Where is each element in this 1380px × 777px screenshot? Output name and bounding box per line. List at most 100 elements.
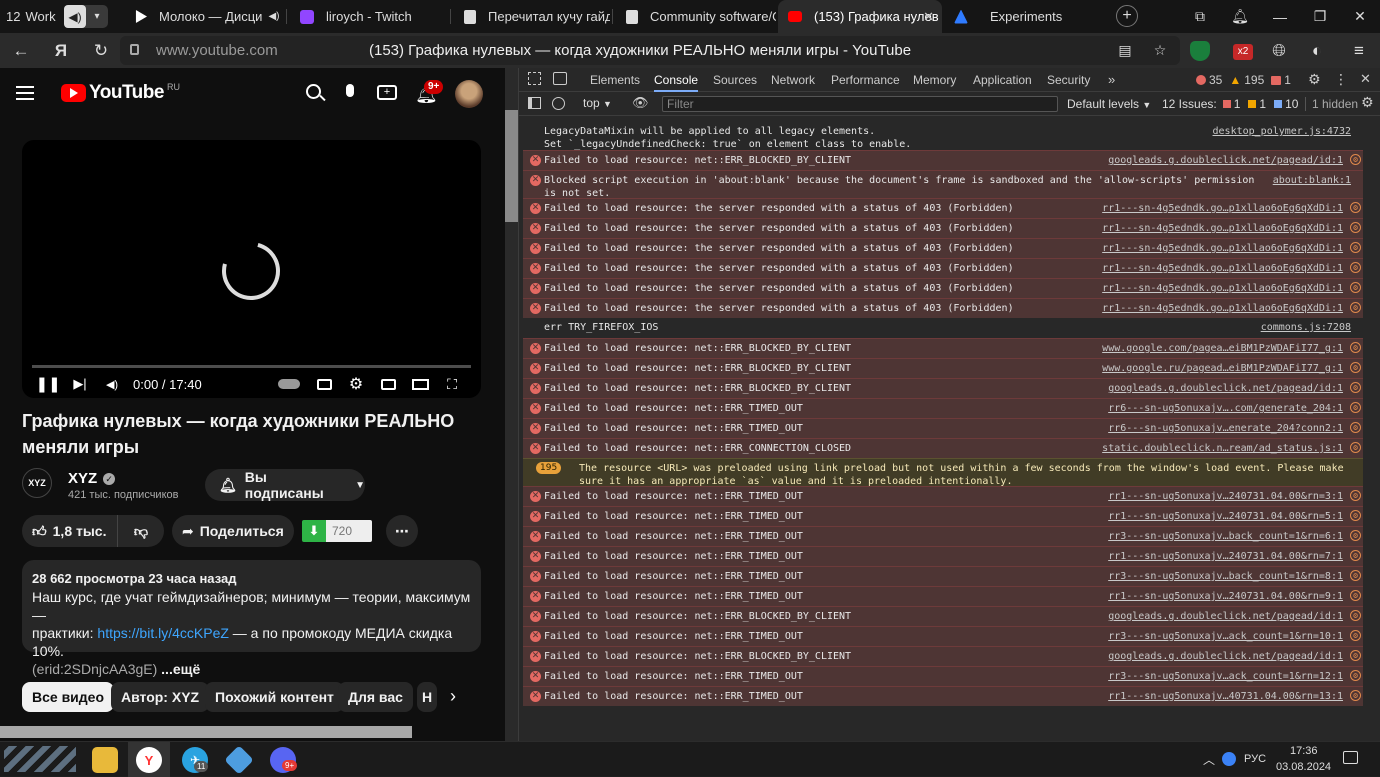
like-button[interactable]: 👍︎ 1,8 тыс. [22,515,118,547]
blocked-request-icon[interactable]: ⚙ [1350,302,1361,313]
notification-center-icon[interactable] [1343,751,1358,764]
show-more-link[interactable]: ...ещё [161,661,200,677]
blocked-request-icon[interactable]: ⚙ [1350,570,1361,581]
console-error-row[interactable]: ✕ Failed to load resource: net::ERR_TIMED… [523,566,1363,586]
console-source-link[interactable]: static.doubleclick.n…ream/ad_status.js:1 [1102,442,1343,455]
console-source-link[interactable]: rr6---sn-ug5onuxajv….com/generate_204:1 [1108,402,1343,415]
tab-guides[interactable]: Перечитал кучу гайдо [454,0,610,33]
console-source-link[interactable]: googleads.g.doubleclick.net/pagead/id:1 [1108,154,1343,167]
create-video-icon[interactable]: + [377,85,397,100]
tray-chevron-up-icon[interactable]: ︿ [1203,751,1215,768]
console-source-link[interactable]: rr3---sn-ug5onuxajv…ack_count=1&rn=10:1 [1108,630,1343,643]
devtools-tab-console[interactable]: Console [654,68,699,92]
tab-twitch[interactable]: liroych - Twitch [290,0,450,33]
chip-similar[interactable]: Похожий контент [205,682,344,712]
notifications-icon[interactable]: 🔔︎ [1220,0,1260,33]
devtools-tab-security[interactable]: Security [1047,68,1090,92]
blocked-request-icon[interactable]: ⚙ [1350,382,1361,393]
console-error-row[interactable]: ✕ Failed to load resource: net::ERR_TIMED… [523,418,1363,438]
console-info-row[interactable]: LegacyDataMixin will be applied to all l… [523,122,1363,150]
console-error-row[interactable]: ✕ Failed to load resource: net::ERR_BLOCK… [523,646,1363,666]
console-source-link[interactable]: rr1---sn-4g5edndk.go…p1xllao6oEg6qXdDi:1 [1102,262,1343,275]
context-selector[interactable]: top ▼ [583,96,612,110]
video-description[interactable]: 28 662 просмотра 23 часа назад Наш курс,… [22,560,481,677]
extension-badge[interactable]: x2 [1233,44,1253,60]
log-levels-dropdown[interactable]: Default levels ▼ [1067,97,1151,111]
blocked-request-icon[interactable]: ⚙ [1350,530,1361,541]
console-source-link[interactable]: rr1---sn-ug5onuxajv…240731.04.00&rn=7:1 [1108,550,1343,563]
new-tab-button[interactable]: + [1116,5,1138,27]
dislike-button[interactable]: 👎︎ [118,523,164,540]
console-source-link[interactable]: googleads.g.doubleclick.net/pagead/id:1 [1108,610,1343,623]
theater-mode-icon[interactable] [411,374,429,394]
console-source-link[interactable]: rr3---sn-ug5onuxajv…back_count=1&rn=8:1 [1108,570,1343,583]
console-error-row[interactable]: ✕ Failed to load resource: net::ERR_CONNE… [523,438,1363,458]
start-menu-icon[interactable] [4,746,76,772]
reload-button[interactable]: ↻ [86,33,116,68]
blocked-request-icon[interactable]: ⚙ [1350,202,1361,213]
blocked-request-icon[interactable]: ⚙ [1350,154,1361,165]
minimize-button[interactable]: — [1260,0,1300,33]
console-info-row[interactable]: err TRY_FIREFOX_IOS commons.js:7208 [523,318,1363,338]
back-button[interactable]: ← [6,33,36,68]
restore-button[interactable]: ❐ [1300,0,1340,33]
subscribed-button[interactable]: 🔔︎ Вы подписаны ▼ [205,469,365,501]
device-toolbar-icon[interactable] [553,72,567,85]
blocked-request-icon[interactable]: ⚙ [1350,342,1361,353]
blocked-request-icon[interactable]: ⚙ [1350,670,1361,681]
autoplay-toggle[interactable] [277,374,301,394]
language-indicator[interactable]: РУС [1244,753,1266,765]
video-player[interactable]: ❚❚ ▶| ◀) 0:00 / 17:40 ⚙ ⛶ [22,140,481,398]
devtools-tab-sources[interactable]: Sources [713,68,757,92]
console-warn-row[interactable]: 195 The resource <URL> was preloaded usin… [523,458,1363,487]
console-source-link[interactable]: rr1---sn-4g5edndk.go…p1xllao6oEg6qXdDi:1 [1102,302,1343,315]
console-error-row[interactable]: ✕ Failed to load resource: the server res… [523,218,1363,238]
console-source-link[interactable]: googleads.g.doubleclick.net/pagead/id:1 [1108,650,1343,663]
menu-icon[interactable]: ≡ [1344,33,1374,68]
console-settings-icon[interactable]: ⚙ [1361,94,1374,111]
scrollbar-thumb[interactable] [505,110,518,222]
blocked-request-icon[interactable]: ⚙ [1350,422,1361,433]
blocked-request-icon[interactable]: ⚙ [1350,222,1361,233]
live-expression-eye-icon[interactable]: 👁︎ [632,95,649,111]
app-grid-icon[interactable] [224,745,254,775]
console-source-link[interactable]: rr1---sn-ug5onuxajv…240731.04.00&rn=9:1 [1108,590,1343,603]
inspect-element-icon[interactable] [528,72,541,85]
devtools-tab-application[interactable]: Application [973,68,1032,92]
chip-all-videos[interactable]: Все видео [22,682,115,712]
console-filter-input[interactable]: Filter [662,96,1058,112]
tray-network-icon[interactable] [1222,752,1236,766]
blocked-request-icon[interactable]: ⚙ [1350,690,1361,701]
blocked-request-icon[interactable]: ⚙ [1350,402,1361,413]
channel-avatar[interactable]: XYZ [22,468,52,498]
more-options-icon[interactable]: ⋮ [1334,71,1348,88]
blocked-request-icon[interactable]: ⚙ [1350,650,1361,661]
console-error-row[interactable]: ✕ Failed to load resource: the server res… [523,198,1363,218]
console-error-row[interactable]: ✕ Blocked script execution in 'about:blan… [523,170,1363,199]
devtools-tab-performance[interactable]: Performance [831,68,900,92]
chip-author[interactable]: Автор: XYZ [111,682,210,712]
console-error-row[interactable]: ✕ Failed to load resource: the server res… [523,278,1363,298]
console-source-link[interactable]: rr1---sn-4g5edndk.go…p1xllao6oEg6qXdDi:1 [1102,282,1343,295]
console-source-link[interactable]: rr1---sn-ug5onuxajv…40731.04.00&rn=13:1 [1108,690,1343,703]
console-error-row[interactable]: ✕ Failed to load resource: net::ERR_TIMED… [523,546,1363,566]
bookmark-icon[interactable]: ☆ [1145,33,1175,68]
console-error-row[interactable]: ✕ Failed to load resource: net::ERR_TIMED… [523,506,1363,526]
chip-partial[interactable]: Н [417,682,437,712]
download-extension-button[interactable]: ⬇ 720 [302,520,372,542]
clock-date[interactable]: 03.08.2024 [1276,761,1331,773]
youtube-logo[interactable]: YouTube RU [61,82,180,104]
console-error-row[interactable]: ✕ Failed to load resource: net::ERR_TIMED… [523,626,1363,646]
console-source-link[interactable]: rr1---sn-4g5edndk.go…p1xllao6oEg6qXdDi:1 [1102,202,1343,215]
tab-moloko[interactable]: Молоко — Дисци ◀) [124,0,284,33]
console-source-link[interactable]: about:blank:1 [1273,174,1351,187]
blocked-request-icon[interactable]: ⚙ [1350,550,1361,561]
miniplayer-icon[interactable] [379,374,397,394]
console-log-list[interactable]: LegacyDataMixin will be applied to all l… [519,117,1380,741]
console-source-link[interactable]: rr1---sn-4g5edndk.go…p1xllao6oEg6qXdDi:1 [1102,222,1343,235]
warning-count-badge[interactable]: 195 [536,462,562,474]
tab-youtube-active[interactable]: (153) Графика нулев ✕ [778,0,942,33]
file-explorer-icon[interactable] [92,747,118,773]
blocked-request-icon[interactable]: ⚙ [1350,630,1361,641]
channel-name[interactable]: XYZ ✓ [68,470,116,487]
